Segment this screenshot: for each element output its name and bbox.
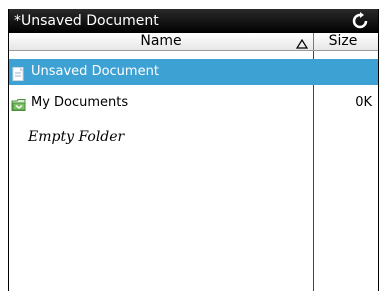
folder-name: My Documents [31,95,129,110]
column-body-divider [313,51,314,291]
folder-size: 0K [355,95,372,110]
file-name: Unsaved Document [31,64,159,79]
refresh-icon[interactable] [351,12,369,30]
file-row-unsaved-document[interactable]: Unsaved Document [9,59,378,85]
folder-row-my-documents[interactable]: My Documents 0K [9,90,378,116]
size-column-label: Size [328,33,358,49]
column-header-row: Name Size [9,33,378,51]
empty-folder-message: Empty Folder [28,129,125,145]
document-icon [11,65,27,81]
size-column-header[interactable]: Size [314,33,372,50]
window-title: *Unsaved Document [14,13,159,29]
sort-ascending-icon [295,37,309,49]
title-bar: *Unsaved Document [9,9,378,33]
name-column-header[interactable]: Name [9,33,313,50]
folder-icon [11,96,27,111]
name-column-label: Name [140,33,182,49]
file-browser-window: *Unsaved Document Name Size Unsaved Docu… [8,9,379,291]
